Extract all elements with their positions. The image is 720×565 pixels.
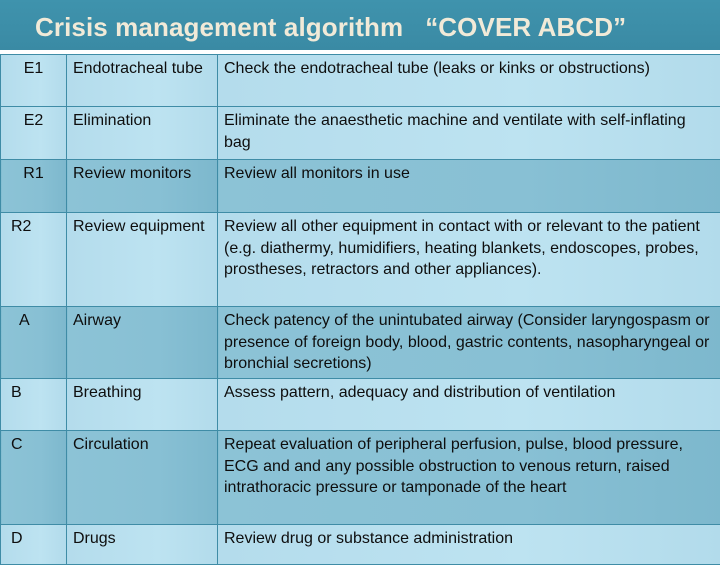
- table-row: E2 Elimination Eliminate the anaesthetic…: [1, 107, 720, 160]
- title-bar: Crisis management algorithm “COVER ABCD”: [0, 0, 720, 50]
- row-description: Repeat evaluation of peripheral perfusio…: [218, 431, 720, 525]
- row-code: A: [1, 307, 67, 379]
- row-name: Breathing: [67, 379, 218, 431]
- table-row: C Circulation Repeat evaluation of perip…: [1, 431, 720, 525]
- row-description: Check the endotracheal tube (leaks or ki…: [218, 55, 720, 107]
- row-name: Airway: [67, 307, 218, 379]
- cover-abcd-table: E1 Endotracheal tube Check the endotrach…: [0, 54, 720, 565]
- table-row: A Airway Check patency of the unintubate…: [1, 307, 720, 379]
- row-code: C: [1, 431, 67, 525]
- row-description: Check patency of the unintubated airway …: [218, 307, 720, 379]
- row-code: R1: [1, 160, 67, 213]
- row-description: Assess pattern, adequacy and distributio…: [218, 379, 720, 431]
- row-code: D: [1, 525, 67, 565]
- table-row: E1 Endotracheal tube Check the endotrach…: [1, 55, 720, 107]
- row-description: Review drug or substance administration: [218, 525, 720, 565]
- table-row: R2 Review equipment Review all other equ…: [1, 213, 720, 307]
- row-description: Review all other equipment in contact wi…: [218, 213, 720, 307]
- row-name: Review equipment: [67, 213, 218, 307]
- row-name: Circulation: [67, 431, 218, 525]
- row-code: E1: [1, 55, 67, 107]
- row-code: E2: [1, 107, 67, 160]
- row-description: Eliminate the anaesthetic machine and ve…: [218, 107, 720, 160]
- row-name: Endotracheal tube: [67, 55, 218, 107]
- row-code: R2: [1, 213, 67, 307]
- table-row: R1 Review monitors Review all monitors i…: [1, 160, 720, 213]
- page-title: Crisis management algorithm “COVER ABCD”: [35, 12, 626, 43]
- row-name: Review monitors: [67, 160, 218, 213]
- row-name: Elimination: [67, 107, 218, 160]
- table-row: D Drugs Review drug or substance adminis…: [1, 525, 720, 565]
- row-name: Drugs: [67, 525, 218, 565]
- row-description: Review all monitors in use: [218, 160, 720, 213]
- table-row: B Breathing Assess pattern, adequacy and…: [1, 379, 720, 431]
- row-code: B: [1, 379, 67, 431]
